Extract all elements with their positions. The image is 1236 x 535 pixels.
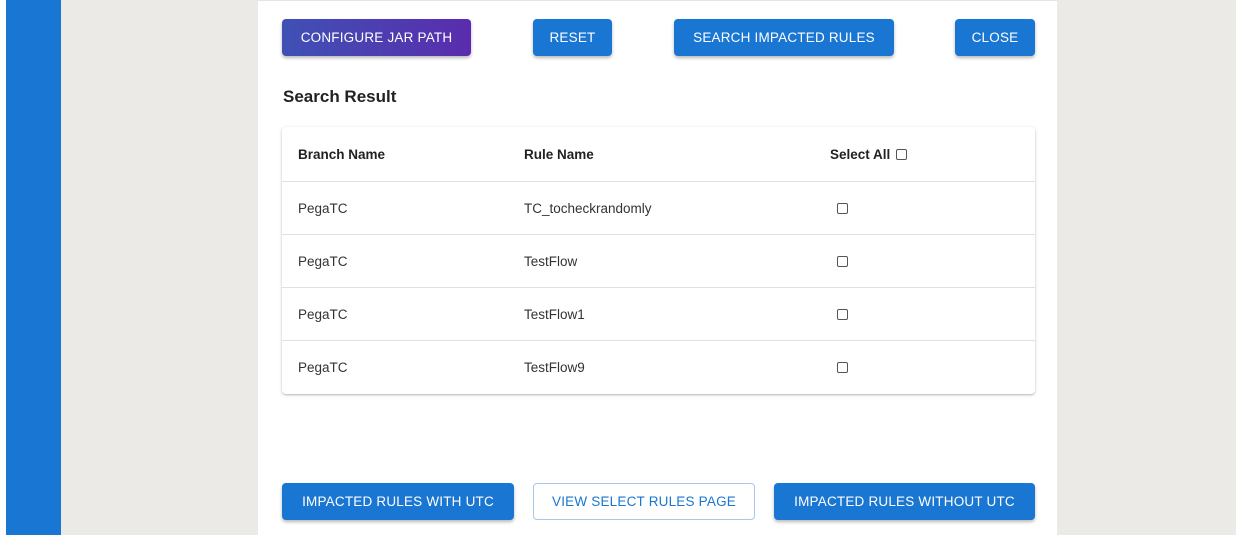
reset-button[interactable]: RESET xyxy=(533,19,612,56)
branch-name-cell: PegaTC xyxy=(298,253,348,269)
row-select-checkbox[interactable] xyxy=(837,255,848,267)
rule-name-header: Rule Name xyxy=(524,146,594,162)
search-result-title: Search Result xyxy=(283,87,397,106)
search-result-table: Branch Name Rule Name Select All PegaTC … xyxy=(282,127,1035,394)
app-window: CONFIGURE JAR PATH RESET SEARCH IMPACTED… xyxy=(0,0,1236,535)
search-impacted-rules-button[interactable]: SEARCH IMPACTED RULES xyxy=(674,19,894,56)
table-header-row: Branch Name Rule Name Select All xyxy=(282,127,1035,182)
configure-jar-path-button[interactable]: CONFIGURE JAR PATH xyxy=(282,19,471,56)
table-row: PegaTC TestFlow xyxy=(282,235,1035,288)
rule-name-cell: TC_tocheckrandomly xyxy=(524,200,652,216)
impacted-rules-with-utc-button[interactable]: IMPACTED RULES WITH UTC xyxy=(282,483,514,520)
view-select-rules-page-button[interactable]: VIEW SELECT RULES PAGE xyxy=(533,483,755,520)
branch-name-cell: PegaTC xyxy=(298,360,348,375)
side-navigation-bar xyxy=(6,0,61,535)
branch-name-header: Branch Name xyxy=(298,146,386,162)
row-select-checkbox[interactable] xyxy=(837,308,848,320)
rule-name-cell: TestFlow xyxy=(524,253,578,269)
branch-name-cell: PegaTC xyxy=(298,200,348,216)
impacted-rules-without-utc-button[interactable]: IMPACTED RULES WITHOUT UTC xyxy=(774,483,1035,520)
row-select-checkbox[interactable] xyxy=(837,202,848,214)
branch-name-cell: PegaTC xyxy=(298,306,348,322)
rule-name-cell: TestFlow1 xyxy=(524,306,585,322)
table-row: PegaTC TC_tocheckrandomly xyxy=(282,182,1035,235)
rule-name-cell: TestFlow9 xyxy=(524,360,585,375)
select-all-label: Select All xyxy=(830,146,891,162)
table-row: PegaTC TestFlow9 xyxy=(282,341,1035,394)
row-select-checkbox[interactable] xyxy=(837,362,848,373)
select-all-checkbox[interactable] xyxy=(896,148,908,160)
select-all-header: Select All xyxy=(830,127,908,181)
close-button[interactable]: CLOSE xyxy=(955,19,1035,56)
table-row: PegaTC TestFlow1 xyxy=(282,288,1035,341)
